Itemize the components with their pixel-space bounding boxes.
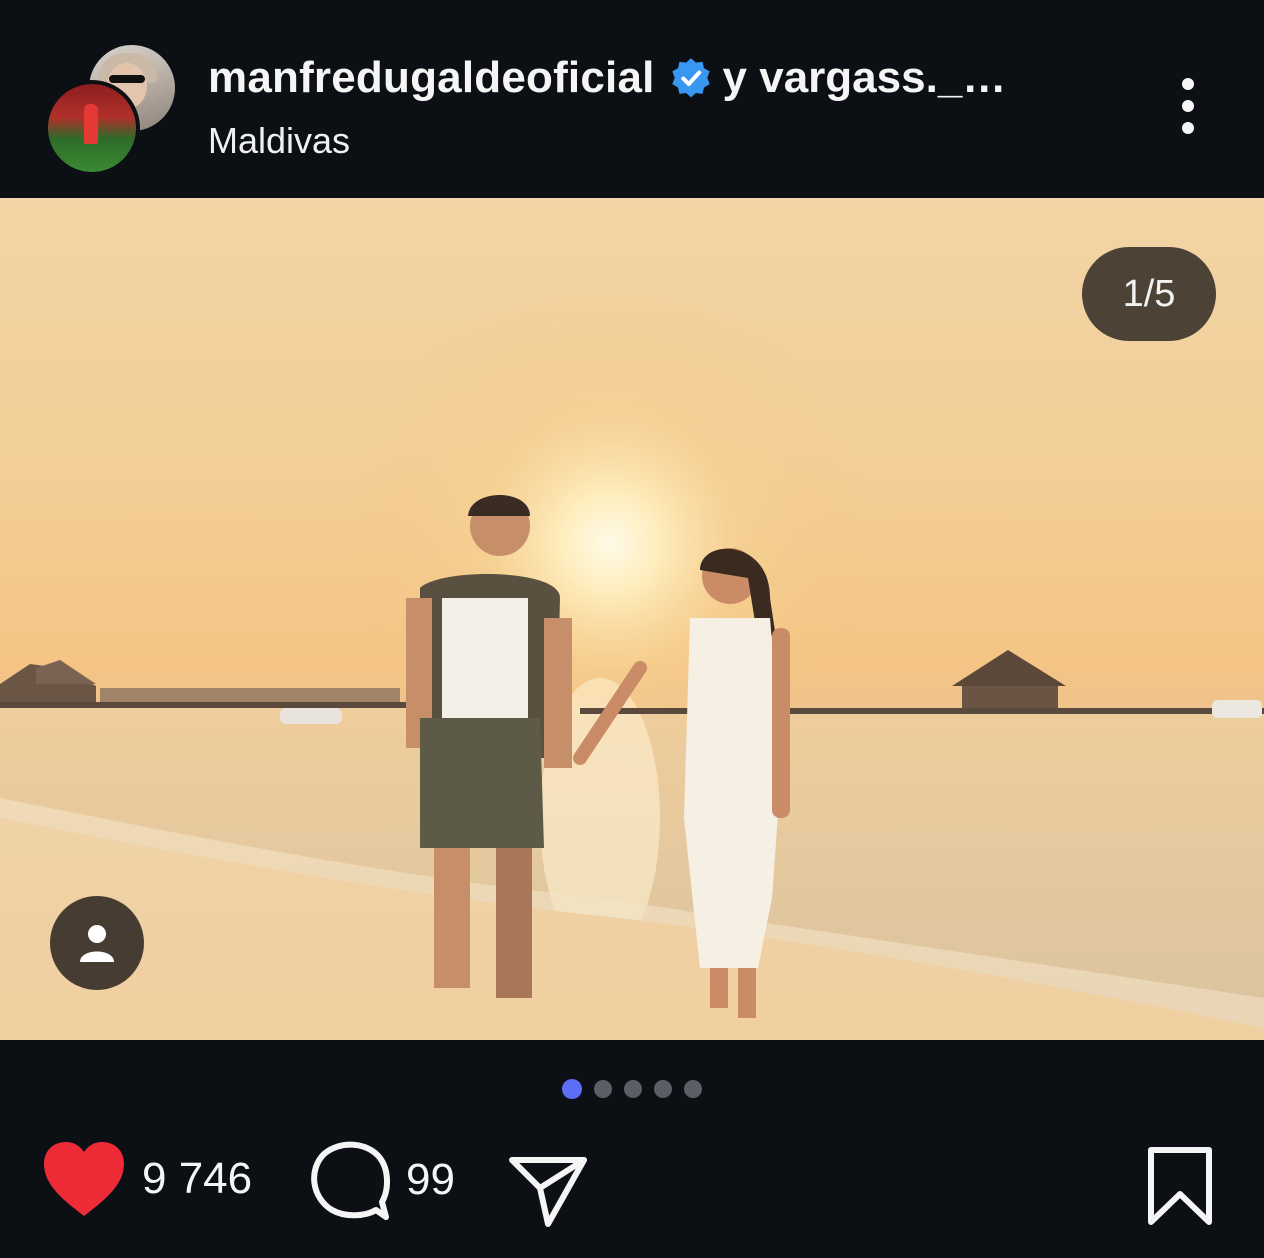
carousel-dot	[654, 1080, 672, 1098]
carousel-indicator	[0, 1079, 1264, 1102]
like-count[interactable]: 9 746	[142, 1154, 252, 1204]
carousel-dot	[594, 1080, 612, 1098]
carousel-dot	[624, 1080, 642, 1098]
comment-icon[interactable]	[310, 1140, 390, 1220]
like-action: 9 746	[42, 1140, 252, 1218]
tag-user-icon	[80, 925, 114, 962]
beach-sunset-image	[0, 198, 1264, 1040]
tagged-users-button[interactable]	[50, 896, 144, 990]
share-icon[interactable]	[508, 1154, 588, 1230]
comment-count[interactable]: 99	[406, 1155, 455, 1205]
post-actions-bar: 9 746 99	[0, 1140, 1264, 1240]
comment-action: 99	[310, 1140, 455, 1220]
post-header: manfredugaldeoficial y vargass._… Maldiv…	[0, 0, 1264, 198]
carousel-dot-active	[562, 1079, 582, 1099]
collab-avatars[interactable]	[44, 42, 178, 176]
avatar-primary[interactable]	[44, 80, 140, 176]
carousel-counter: 1/5	[1082, 247, 1216, 341]
heart-icon[interactable]	[42, 1140, 126, 1218]
more-options-icon[interactable]	[1166, 76, 1210, 138]
verified-badge-icon	[671, 58, 710, 98]
bookmark-icon[interactable]	[1146, 1146, 1214, 1226]
username-link[interactable]: manfredugaldeoficial	[208, 53, 655, 103]
location-link[interactable]: Maldivas	[208, 120, 350, 162]
post-author-row: manfredugaldeoficial y vargass._…	[208, 52, 1006, 104]
collab-username-link[interactable]: y vargass._…	[723, 53, 1007, 103]
post-photo[interactable]: 1/5	[0, 198, 1264, 1040]
carousel-dot	[684, 1080, 702, 1098]
